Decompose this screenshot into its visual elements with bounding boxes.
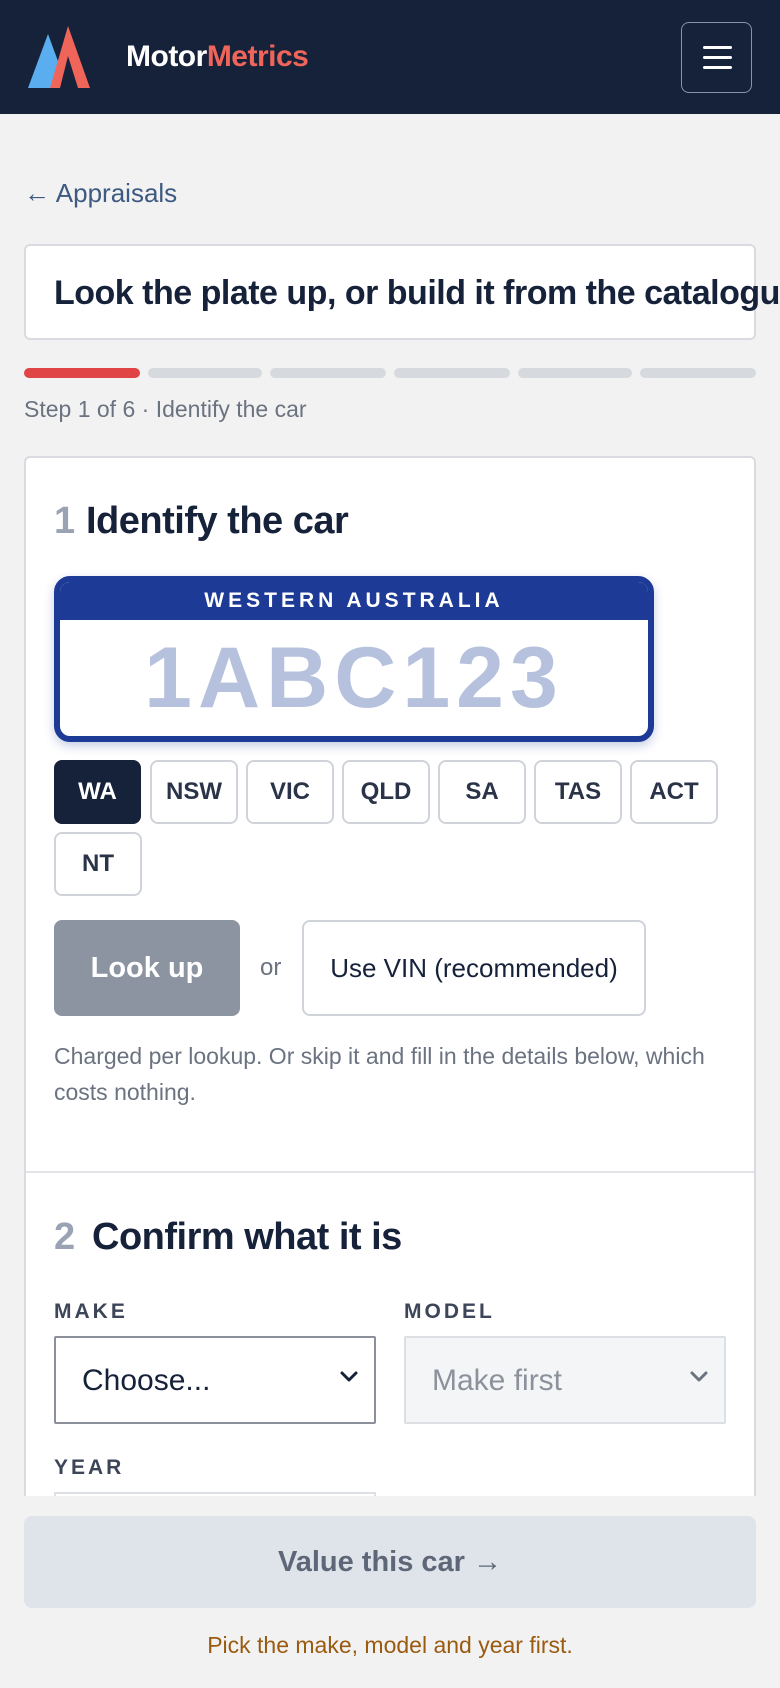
section-1-title: Identify the car [86, 500, 349, 542]
year-label: YEAR [54, 1456, 125, 1479]
state-button-vic[interactable]: VIC [246, 760, 334, 824]
hamburger-icon-bar [703, 66, 732, 69]
hamburger-icon-bar [703, 56, 732, 59]
section-divider [26, 1171, 754, 1173]
lookup-help-text: Charged per lookup. Or skip it and fill … [54, 1043, 705, 1105]
progress-step-6 [640, 368, 756, 378]
state-button-qld[interactable]: QLD [342, 760, 430, 824]
page-title: Look the plate up, or build it from the … [54, 274, 780, 312]
progress-step-1 [24, 368, 140, 378]
brand-name-part2: Metrics [206, 40, 309, 73]
state-button-sa[interactable]: SA [438, 760, 526, 824]
chevron-down-icon [690, 1371, 708, 1382]
section-1-number: 1 [54, 500, 76, 542]
make-label: MAKE [54, 1300, 128, 1323]
value-this-car-button[interactable]: Value this car → [24, 1516, 756, 1608]
section-2-number: 2 [54, 1216, 76, 1258]
state-button-nt[interactable]: NT [54, 832, 142, 896]
state-button-tas[interactable]: TAS [534, 760, 622, 824]
use-vin-button[interactable]: Use VIN (recommended) [302, 920, 646, 1016]
progress-step-5 [518, 368, 632, 378]
number-plate: WESTERN AUSTRALIA [54, 576, 654, 742]
brand-name[interactable]: MotorMetrics [126, 40, 309, 74]
page-title-card: Look the plate up, or build it from the … [24, 244, 780, 340]
plate-number-input[interactable] [60, 628, 648, 728]
footer-hint: Pick the make, model and year first. [207, 1632, 573, 1658]
section-2-title: Confirm what it is [92, 1216, 402, 1258]
app-header: MotorMetrics [0, 0, 780, 114]
chevron-down-icon [340, 1371, 358, 1382]
make-select[interactable]: Choose... [54, 1336, 376, 1424]
hamburger-icon [703, 46, 732, 49]
plate-state-name: WESTERN AUSTRALIA [60, 582, 648, 620]
logo-icon [28, 26, 90, 88]
progress-step-2 [148, 368, 262, 378]
model-select-value: Make first [432, 1364, 563, 1397]
state-button-act[interactable]: ACT [630, 760, 718, 824]
brand-name-part1: Motor [126, 40, 207, 73]
progress-step-3 [270, 368, 386, 378]
model-select[interactable]: Make first [404, 1336, 726, 1424]
look-up-button[interactable]: Look up [54, 920, 240, 1016]
model-label: MODEL [404, 1300, 495, 1323]
back-to-appraisals-link[interactable]: ← Appraisals [24, 178, 177, 209]
or-separator: or [260, 954, 282, 981]
state-button-wa[interactable]: WA [54, 760, 141, 824]
state-button-nsw[interactable]: NSW [150, 760, 238, 824]
make-select-value: Choose... [82, 1364, 211, 1397]
menu-button[interactable] [681, 22, 752, 93]
step-indicator: Step 1 of 6 · Identify the car [24, 396, 307, 422]
progress-step-4 [394, 368, 510, 378]
